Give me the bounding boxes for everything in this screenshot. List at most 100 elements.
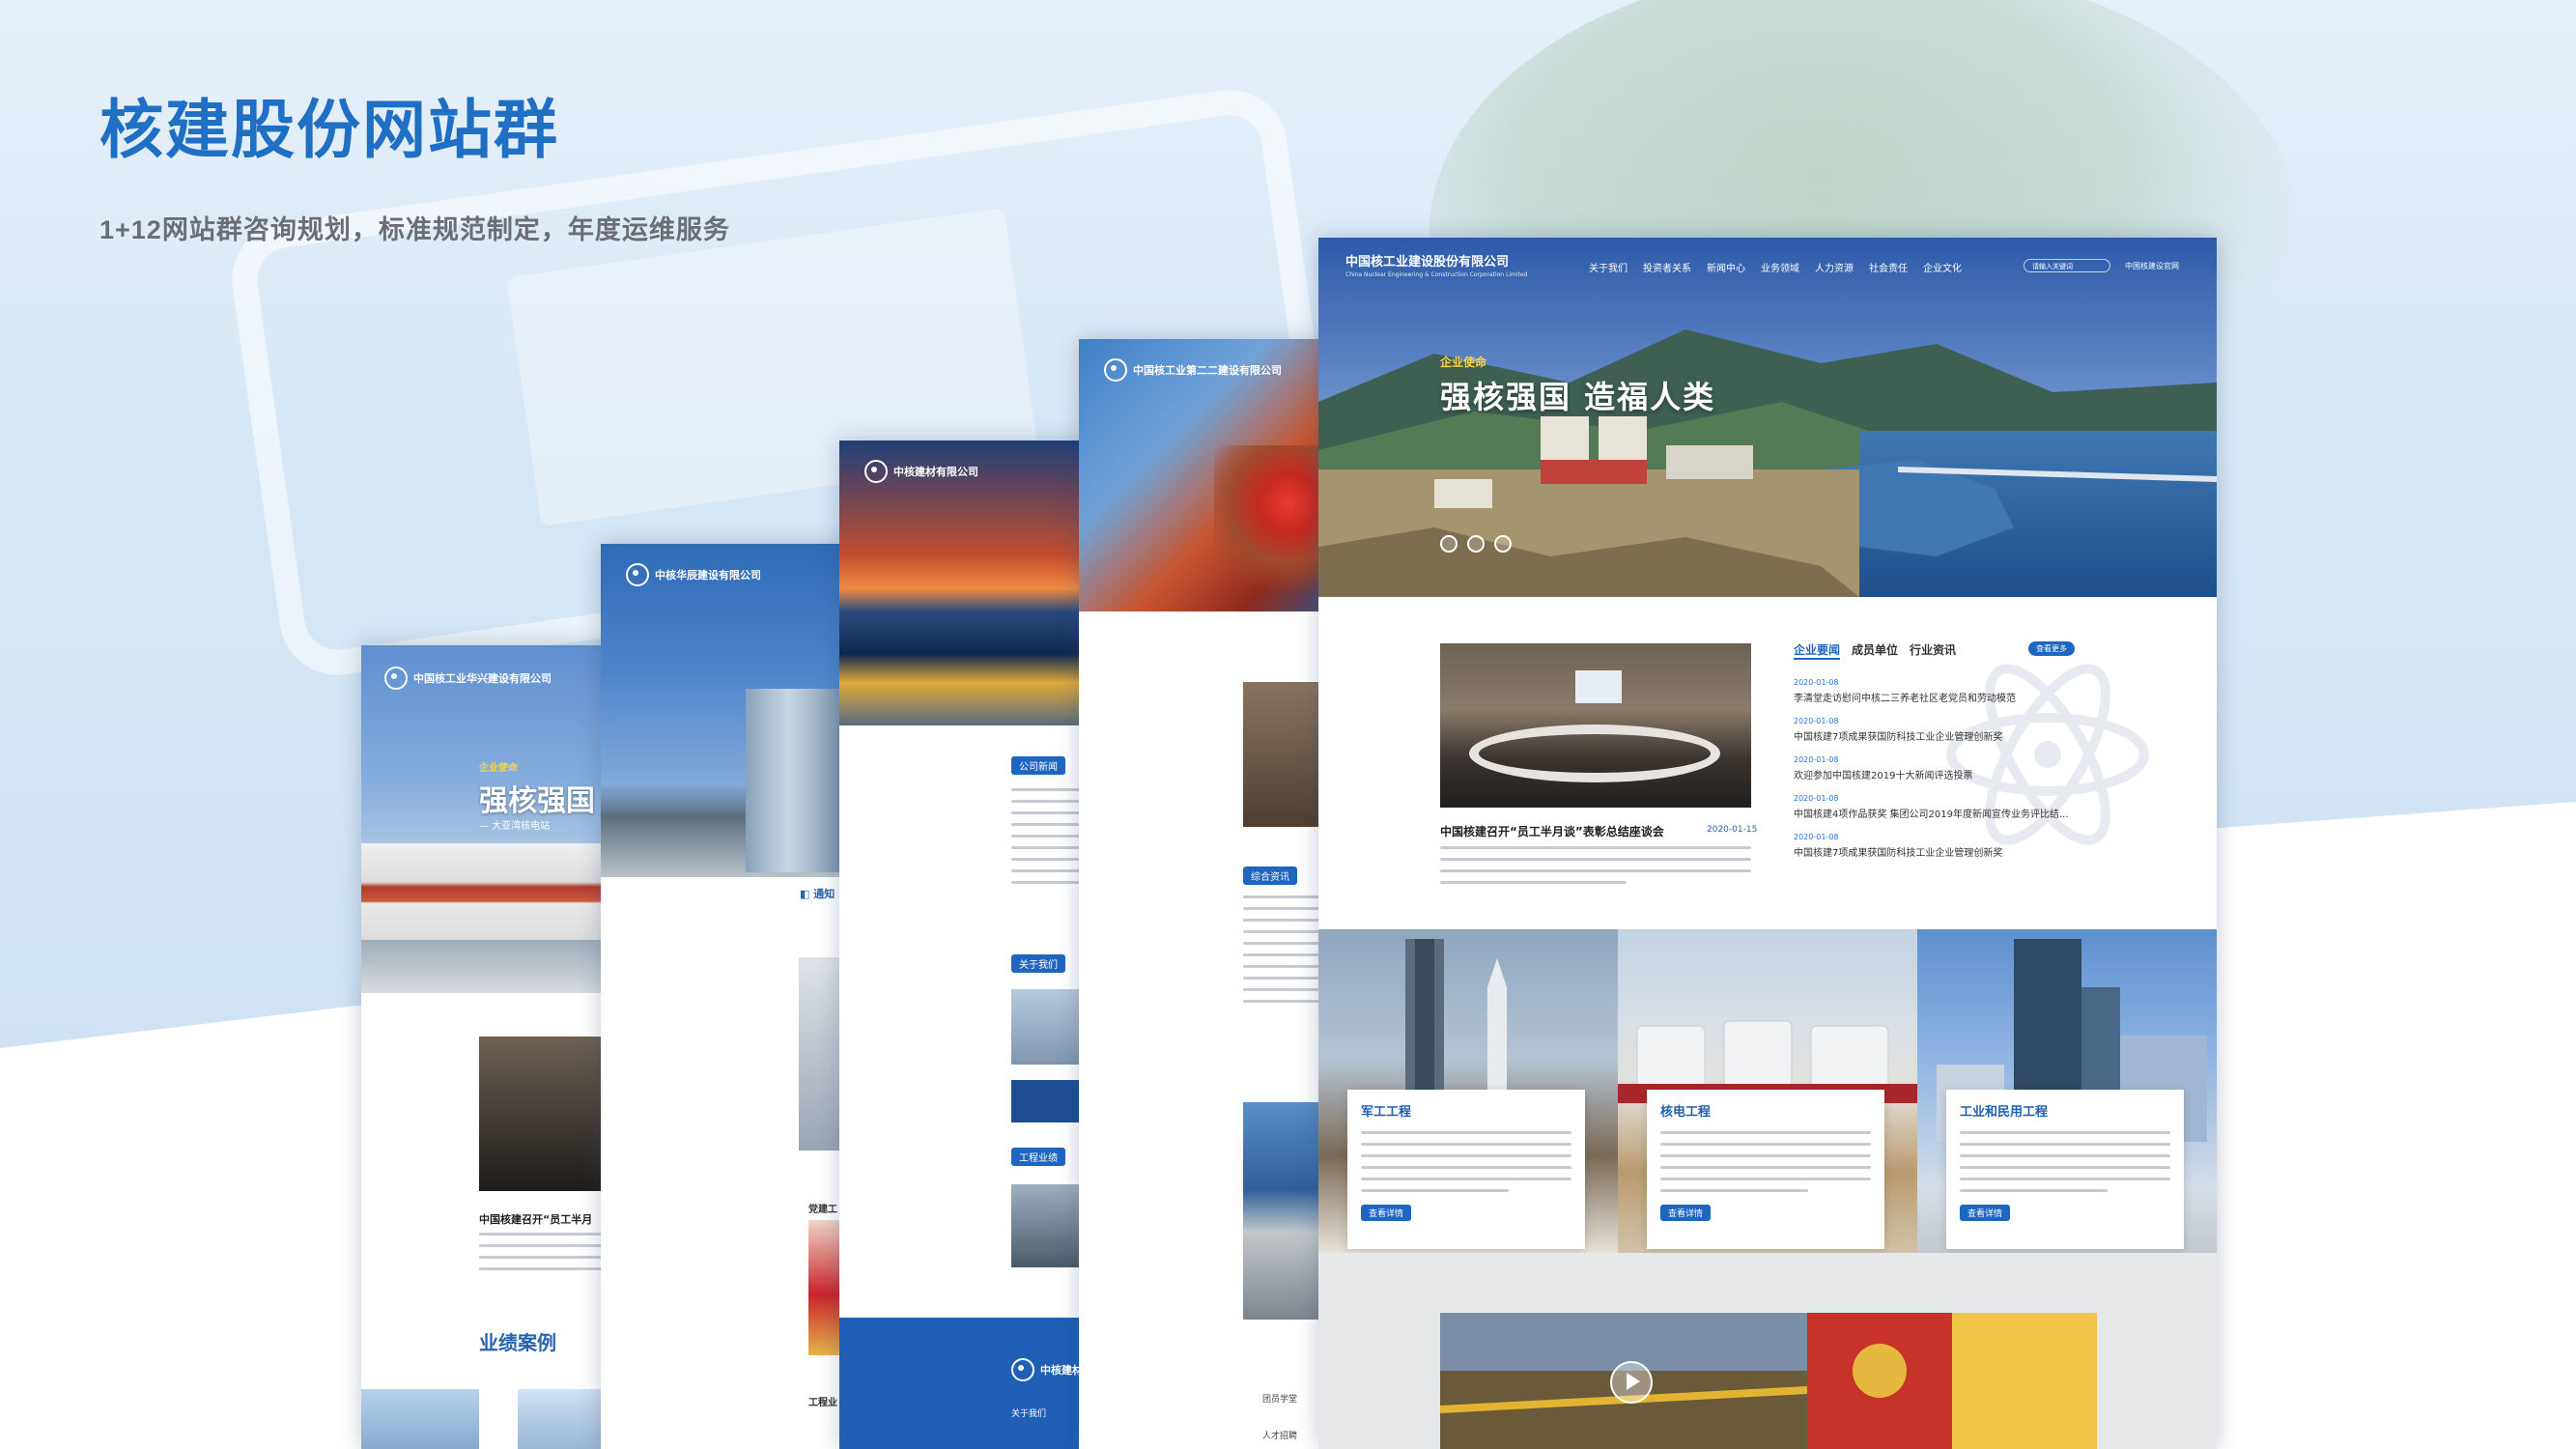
business-card-title: 核电工程	[1660, 1105, 1712, 1120]
site4-footer-item-2[interactable]: 人才招聘	[1262, 1429, 1297, 1441]
tab-company-news[interactable]: 公司新闻	[1011, 756, 1065, 775]
business-card-title: 工业和民用工程	[1960, 1105, 2049, 1120]
business-more-button[interactable]: 查看详情	[1660, 1205, 1712, 1221]
featured-news-headline[interactable]: 中国核建召开“员工半月谈”表彰总结座谈会	[1440, 823, 1664, 839]
business-card-text	[1361, 1131, 1571, 1192]
business-card-title: 军工工程	[1361, 1105, 1412, 1120]
site2-party-label: 党建工	[808, 1205, 837, 1215]
page-subtitle: 1+12网站群咨询规划，标准规范制定，年度运维服务	[99, 215, 730, 244]
main-logo-subtext: China Nuclear Engineering & Construction…	[1345, 271, 1528, 278]
video-thumbnails	[1440, 1313, 2097, 1449]
news-item-title: 欢迎参加中国核建2019十大新闻评选投票	[1794, 771, 1973, 781]
tab-corporate-news[interactable]: 企业要闻	[1794, 641, 1841, 660]
business-nuclear[interactable]: 核电工程 查看详情	[1618, 929, 1917, 1253]
news-item-date: 2020-01-08	[1794, 678, 1839, 687]
tab-about[interactable]: 关于我们	[1011, 954, 1065, 973]
website-preview-main[interactable]: 中国核工业建设股份有限公司 China Nuclear Engineering …	[1318, 238, 2217, 1449]
news-item-date: 2020-01-08	[1794, 755, 1839, 764]
list-item[interactable]: 2020-01-08 中国核建4项作品获奖 集团公司2019年度新闻宣传业务评比…	[1794, 794, 2103, 820]
business-card-text	[1960, 1131, 2170, 1192]
main-nav-menu: 关于我们 投资者关系 新闻中心 业务领域 人力资源 社会责任 企业文化	[1589, 260, 1962, 274]
site3-footer	[839, 1318, 1110, 1449]
tab-industry-news[interactable]: 行业资讯	[1910, 641, 1956, 660]
group-site-link[interactable]: 中国核建设官网	[2125, 261, 2179, 271]
list-item[interactable]: 2020-01-08 李清堂走访慰问中核二三养老社区老党员和劳动模范	[1794, 678, 2103, 704]
nav-item-about[interactable]: 关于我们	[1589, 260, 1628, 274]
hero-slogan: 强核强国 造福人类	[1440, 379, 1716, 415]
site1-slogan-tag: 企业使命	[479, 763, 518, 774]
nav-item-culture[interactable]: 企业文化	[1923, 260, 1962, 274]
carousel-prev-icon[interactable]	[1440, 535, 1458, 553]
site1-news-headline[interactable]: 中国核建召开“员工半月	[479, 1211, 592, 1227]
tab-member-units[interactable]: 成员单位	[1852, 641, 1898, 660]
nav-item-business[interactable]: 业务领域	[1761, 260, 1799, 274]
news-item-date: 2020-01-08	[1794, 833, 1839, 841]
list-item[interactable]: 2020-01-08 中国核建7项成果获国防科技工业企业管理创新奖	[1794, 717, 2103, 743]
featured-news-photo[interactable]	[1440, 643, 1751, 808]
nav-item-hr[interactable]: 人力资源	[1815, 260, 1854, 274]
cnec-logo-icon	[626, 563, 649, 586]
video-strip[interactable]	[1440, 1313, 2097, 1449]
site3-logo-text: 中核建材有限公司	[893, 466, 978, 478]
business-areas: 军工工程 查看详情 核电工程 查看详情 工业和民用工程 查看详情	[1318, 929, 2217, 1253]
site2-quick-link[interactable]: ◧ 通知	[800, 886, 835, 901]
site1-section-heading: 业绩案例	[479, 1331, 556, 1354]
business-card-nuclear: 核电工程 查看详情	[1647, 1090, 1884, 1249]
search-input[interactable]: 请输入关键词	[2024, 259, 2110, 272]
business-military[interactable]: 军工工程 查看详情	[1318, 929, 1618, 1253]
main-navbar: 中国核工业建设股份有限公司 China Nuclear Engineering …	[1318, 238, 2217, 286]
site3-hero	[839, 440, 1110, 725]
featured-news-date: 2020-01-15	[1707, 825, 1758, 835]
website-preview-erer[interactable]: 中国核工业第二二建设有限公司 综合资讯 团员学堂 人才招聘	[1079, 339, 1349, 1449]
site3-logo[interactable]: 中核建材有限公司	[864, 460, 978, 483]
site4-footer-item-1[interactable]: 团员学堂	[1262, 1392, 1297, 1405]
site1-logo[interactable]: 中国核工业华兴建设有限公司	[384, 667, 552, 690]
news-item-title: 中国核建7项成果获国防科技工业企业管理创新奖	[1794, 848, 2003, 859]
site1-case-photo-1[interactable]	[361, 1389, 479, 1449]
tab-projects[interactable]: 工程业绩	[1011, 1148, 1065, 1166]
cnec-logo-icon	[384, 667, 408, 690]
news-item-title: 中国核建4项作品获奖 集团公司2019年度新闻宣传业务评比结...	[1794, 810, 2069, 820]
business-card-text	[1660, 1131, 1871, 1192]
site1-caption: — 大亚湾核电站	[479, 821, 551, 832]
megaphone-icon: ◧	[800, 888, 814, 900]
list-item[interactable]: 2020-01-08 欢迎参加中国核建2019十大新闻评选投票	[1794, 755, 2103, 781]
list-item[interactable]: 2020-01-08 中国核建7项成果获国防科技工业企业管理创新奖	[1794, 833, 2103, 859]
main-logo-text: 中国核工业建设股份有限公司	[1345, 255, 1510, 270]
site2-logo[interactable]: 中核华辰建设有限公司	[626, 563, 761, 586]
news-tabs: 企业要闻 成员单位 行业资讯	[1794, 641, 1956, 660]
news-item-title: 李清堂走访慰问中核二三养老社区老党员和劳动模范	[1794, 694, 2016, 704]
site1-slogan: 强核强国	[479, 784, 595, 818]
site3-footer-about[interactable]: 关于我们	[1011, 1406, 1046, 1419]
carousel-controls	[1440, 535, 1512, 553]
website-preview-jiancai[interactable]: 中核建材有限公司 公司新闻 关于我们 工程业绩 中核建材 关于我们	[839, 440, 1110, 1449]
site3-footer-logo: 中核建材	[1011, 1358, 1083, 1381]
tab-integrated-news[interactable]: 综合资讯	[1243, 867, 1297, 885]
more-news-button[interactable]: 查看更多	[2028, 641, 2075, 656]
meeting-table	[1469, 724, 1720, 782]
business-more-button[interactable]: 查看详情	[1960, 1205, 2011, 1221]
news-item-title: 中国核建7项成果获国防科技工业企业管理创新奖	[1794, 732, 2003, 743]
carousel-pause-icon[interactable]	[1467, 535, 1485, 553]
site2-quick-link-label: 通知	[813, 888, 835, 900]
nav-item-investors[interactable]: 投资者关系	[1643, 260, 1691, 274]
news-item-date: 2020-01-08	[1794, 794, 1839, 803]
main-logo[interactable]: 中国核工业建设股份有限公司 China Nuclear Engineering …	[1345, 251, 1527, 278]
website-preview-huaxing[interactable]: 中国核工业华兴建设有限公司 企业使命 强核强国 — 大亚湾核电站 中国核建召开“…	[361, 645, 632, 1449]
site4-logo[interactable]: 中国核工业第二二建设有限公司	[1104, 358, 1282, 382]
nav-item-csr[interactable]: 社会责任	[1869, 260, 1908, 274]
site2-sub-label: 工程业	[808, 1398, 837, 1408]
play-icon[interactable]	[1610, 1361, 1653, 1404]
carousel-next-icon[interactable]	[1494, 535, 1512, 553]
site2-building	[746, 689, 852, 872]
website-preview-huachen[interactable]: 中核华辰建设有限公司 ◧ 通知 党建工 工程业	[601, 544, 871, 1449]
business-civil[interactable]: 工业和民用工程 查看详情	[1917, 929, 2217, 1253]
site1-plant-building	[361, 843, 632, 940]
business-more-button[interactable]: 查看详情	[1361, 1205, 1412, 1221]
business-card-military: 军工工程 查看详情	[1347, 1090, 1585, 1249]
cnec-logo-icon	[864, 460, 888, 483]
site4-logo-text: 中国核工业第二二建设有限公司	[1133, 364, 1282, 377]
page-title: 核建股份网站群	[99, 94, 559, 165]
cnec-logo-icon	[1011, 1358, 1034, 1381]
nav-item-news[interactable]: 新闻中心	[1707, 260, 1745, 274]
